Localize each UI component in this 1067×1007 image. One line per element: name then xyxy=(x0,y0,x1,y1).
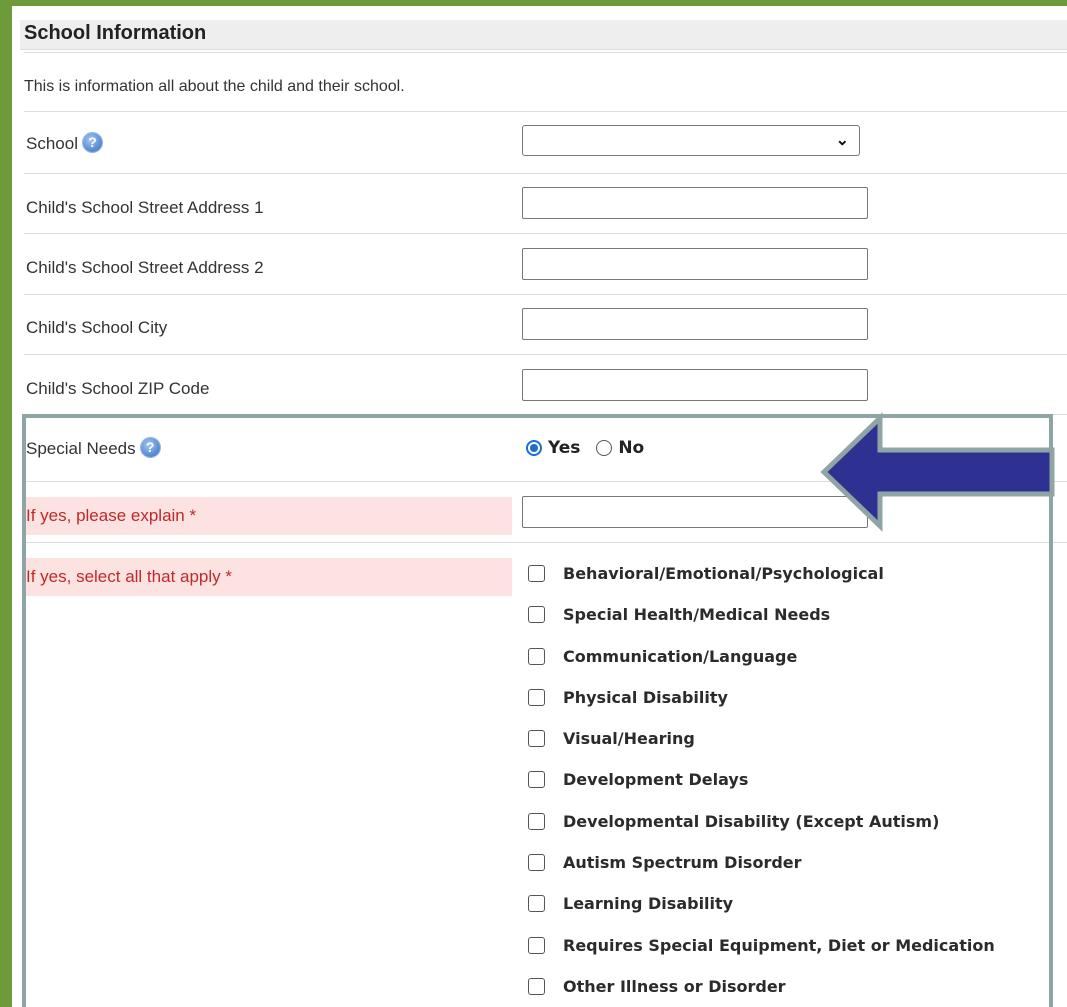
city-input[interactable] xyxy=(522,308,868,340)
divider xyxy=(24,354,1067,355)
city-label: Child's School City xyxy=(26,318,168,337)
divider xyxy=(24,233,1067,234)
section-header: School Information xyxy=(20,20,1067,50)
section-intro: This is information all about the child … xyxy=(24,78,405,95)
address1-label: Child's School Street Address 1 xyxy=(26,198,264,217)
school-label-row: School? xyxy=(26,133,102,154)
school-select[interactable]: ⌄ xyxy=(522,125,860,156)
divider xyxy=(24,294,1067,295)
divider xyxy=(24,52,1067,53)
address1-input[interactable] xyxy=(522,187,868,219)
address2-input[interactable] xyxy=(522,248,868,280)
zip-input[interactable] xyxy=(522,369,868,401)
zip-label: Child's School ZIP Code xyxy=(26,379,210,398)
form-panel: School Information This is information a… xyxy=(12,6,1067,1007)
help-question-icon[interactable]: ? xyxy=(82,133,102,152)
divider xyxy=(24,111,1067,112)
address2-label: Child's School Street Address 2 xyxy=(26,258,264,277)
divider xyxy=(24,173,1067,174)
chevron-down-icon: ⌄ xyxy=(835,132,849,149)
left-arrow-annotation-icon xyxy=(820,412,1055,532)
school-label: School xyxy=(26,134,78,153)
